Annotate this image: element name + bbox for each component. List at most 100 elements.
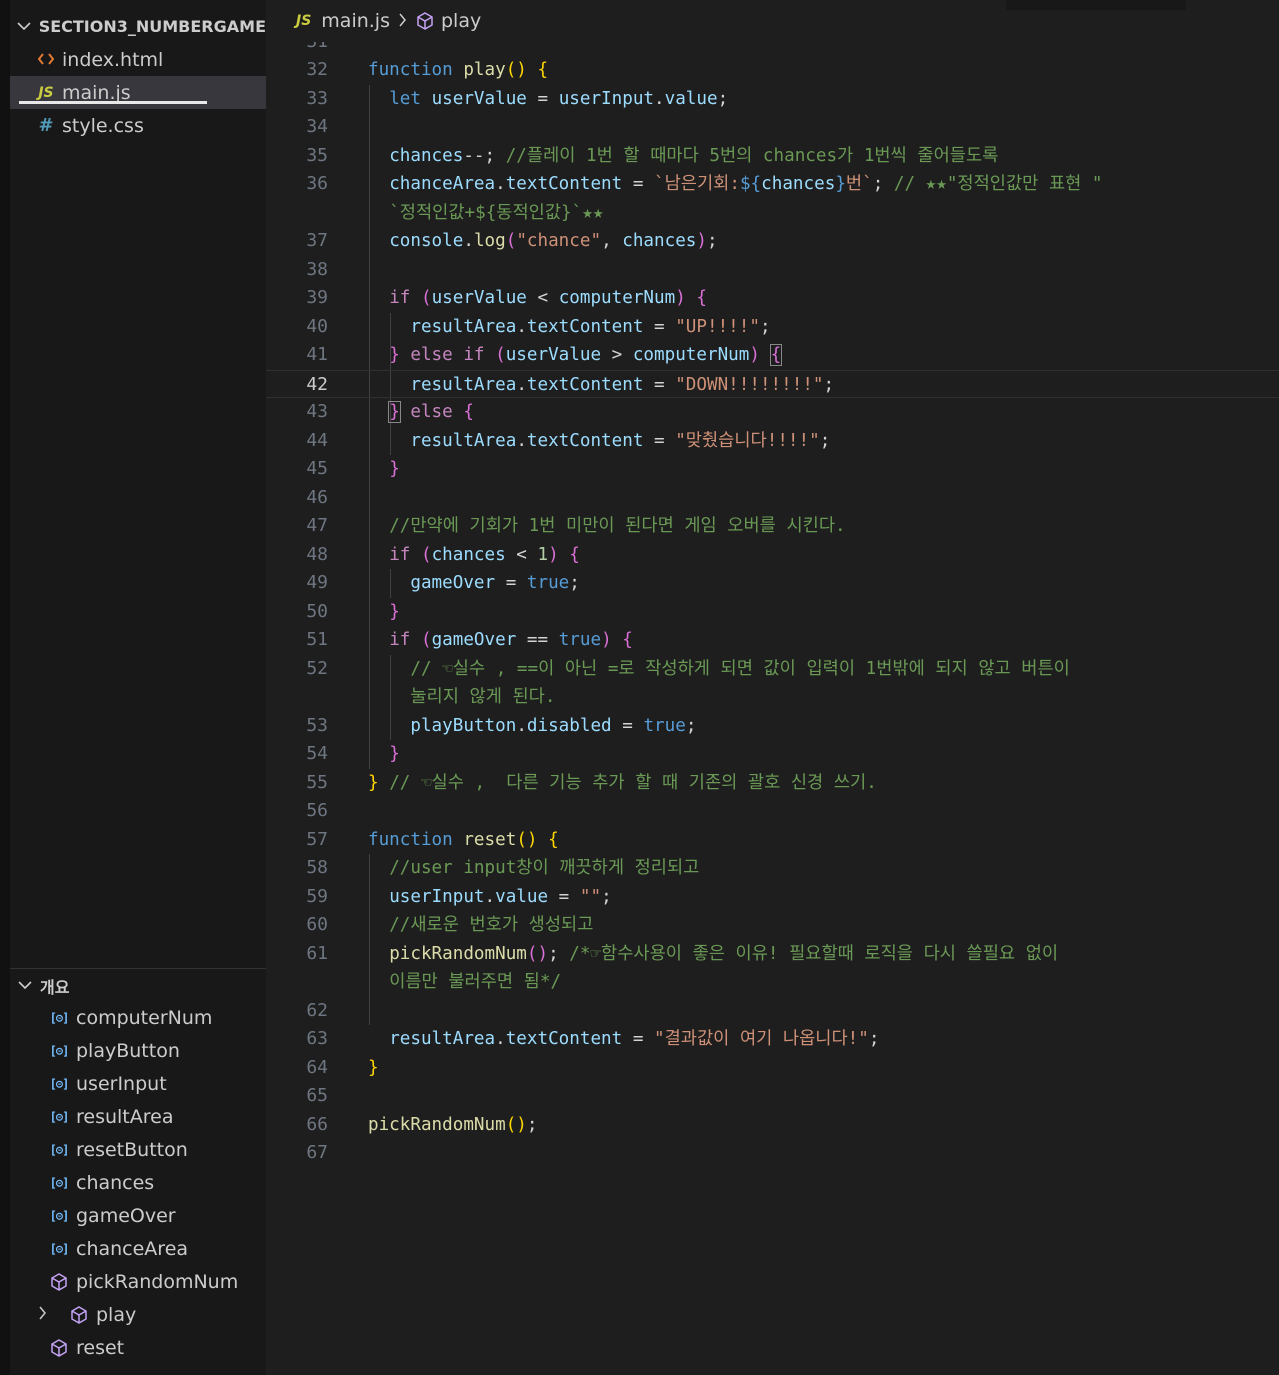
code-line[interactable]: 52 // ☜실수 , ==이 아닌 =로 작성하게 되면 값이 입력이 1번밖… [266, 655, 1279, 684]
code-line[interactable]: 60 //새로운 번호가 생성되고 [266, 911, 1279, 940]
code-line[interactable]: 44 resultArea.textContent = "맞췄습니다!!!!"; [266, 427, 1279, 456]
outline-label: resetButton [76, 1138, 188, 1161]
code-line[interactable]: 55} // ☜실수 , 다른 기능 추가 할 때 기존의 괄호 신경 쓰기. [266, 769, 1279, 798]
code-text: console.log("chance", chances); [389, 231, 718, 251]
code-line[interactable]: 62 [266, 997, 1279, 1026]
code-line[interactable]: `정적인값+${동적인값}`★★ [266, 199, 1279, 228]
line-number: 45 [306, 458, 328, 479]
outline-item-play[interactable]: play [10, 1298, 266, 1331]
code-line[interactable]: 54 } [266, 740, 1279, 769]
line-number: 46 [306, 486, 328, 508]
outline-item-resetButton[interactable]: [⊝] resetButton [10, 1133, 266, 1166]
code-line[interactable]: 34 [266, 113, 1279, 142]
explorer-section-header[interactable]: SECTION3_NUMBERGAME [10, 10, 266, 43]
line-number: 64 [306, 1056, 328, 1078]
outline-item-resultArea[interactable]: [⊝] resultArea [10, 1100, 266, 1133]
code-line[interactable]: 32 function play() { [266, 56, 1279, 85]
outline-item-chanceArea[interactable]: [⊝] chanceArea [10, 1232, 266, 1265]
breadcrumb-file[interactable]: main.js [321, 10, 390, 32]
code-editor[interactable]: 31 32 function play() {33 let userValue =… [266, 42, 1279, 1375]
code-line[interactable]: 49 gameOver = true; [266, 569, 1279, 598]
variable-icon: [⊝] [49, 1109, 70, 1124]
code-text: if (chances < 1) { [389, 544, 580, 565]
line-number: 65 [306, 1085, 328, 1106]
code-line[interactable]: 33 let userValue = userInput.value; [266, 85, 1279, 114]
file-item-style-css[interactable]: # style.css [10, 109, 266, 142]
code-line[interactable]: 63 resultArea.textContent = "결과값이 여기 나옵니… [266, 1025, 1279, 1054]
outline-item-gameOver[interactable]: [⊝] gameOver [10, 1199, 266, 1232]
line-number: 50 [306, 600, 328, 622]
code-line[interactable]: 이름만 불러주면 됨*/ [266, 968, 1279, 997]
code-line[interactable]: 59 userInput.value = ""; [266, 883, 1279, 912]
css-icon: # [38, 115, 54, 136]
code-line[interactable]: 58 //user input창이 깨끗하게 정리되고 [266, 854, 1279, 883]
file-item-index-html[interactable]: index.html [10, 43, 266, 76]
code-line[interactable]: 45 } [266, 455, 1279, 484]
outline-item-computerNum[interactable]: [⊝] computerNum [10, 1001, 266, 1034]
outline-item-playButton[interactable]: [⊝] playButton [10, 1034, 266, 1067]
code-line[interactable]: 50 } [266, 598, 1279, 627]
code-text: resultArea.textContent = "결과값이 여기 나옵니다!"… [389, 1029, 880, 1049]
code-line[interactable]: 36 chanceArea.textContent = `남은기회:${chan… [266, 170, 1279, 199]
chevron-right-icon[interactable] [30, 1305, 54, 1324]
line-number: 61 [306, 942, 328, 964]
code-line[interactable]: 47 //만약에 기회가 1번 미만이 된다면 게임 오버를 시킨다. [266, 512, 1279, 541]
method-icon [68, 1305, 90, 1325]
code-text: gameOver = true; [410, 573, 580, 593]
code-text: chanceArea.textContent = `남은기회:${chances… [389, 174, 1103, 194]
code-text: //만약에 기회가 1번 미만이 된다면 게임 오버를 시킨다. [389, 516, 846, 536]
code-line[interactable]: 53 playButton.disabled = true; [266, 712, 1279, 741]
outline-item-reset[interactable]: reset [10, 1331, 266, 1364]
code-line[interactable]: 61 pickRandomNum(); /*☞함수사용이 좋은 이유! 필요할때… [266, 940, 1279, 969]
code-line[interactable]: 37 console.log("chance", chances); [266, 227, 1279, 256]
variable-icon: [⊝] [49, 1142, 70, 1157]
line-number: 58 [306, 857, 328, 878]
code-line[interactable]: 67 [266, 1139, 1279, 1168]
code-text: } else { [388, 401, 474, 423]
outline-label: gameOver [76, 1204, 176, 1227]
code-text: if (gameOver == true) { [389, 630, 633, 650]
current-code-line[interactable]: 42 resultArea.textContent = "DOWN!!!!!!!… [266, 369, 1279, 398]
outline-item-userInput[interactable]: [⊝] userInput [10, 1067, 266, 1100]
line-number: 35 [306, 144, 328, 166]
code-line[interactable]: 64} [266, 1054, 1279, 1083]
line-number: 40 [306, 315, 328, 337]
code-line[interactable]: 41 } else if (userValue > computerNum) { [266, 341, 1279, 370]
outline-label: userInput [76, 1072, 167, 1095]
chevron-right-icon [398, 11, 407, 32]
code-line[interactable]: 57 function reset() { [266, 826, 1279, 855]
outline-item-chances[interactable]: [⊝] chances [10, 1166, 266, 1199]
file-item-main-js[interactable]: JS main.js [10, 76, 266, 109]
file-name: style.css [62, 114, 144, 137]
outline-item-pickRandomNum[interactable]: pickRandomNum [10, 1265, 266, 1298]
line-number: 36 [306, 173, 328, 194]
outline-label: resultArea [76, 1105, 174, 1128]
code-line[interactable]: 39 if (userValue < computerNum) { [266, 284, 1279, 313]
code-line[interactable]: 66 pickRandomNum(); [266, 1111, 1279, 1140]
line-number: 57 [306, 828, 328, 850]
code-line[interactable]: 48 if (chances < 1) { [266, 541, 1279, 570]
code-line[interactable]: 43 } else { [266, 398, 1279, 427]
code-line[interactable]: 56 [266, 797, 1279, 826]
code-line[interactable]: 65 [266, 1082, 1279, 1111]
code-line[interactable]: 40 resultArea.textContent = "UP!!!!"; [266, 313, 1279, 342]
method-icon [415, 11, 435, 31]
outline-label: computerNum [76, 1006, 213, 1029]
code-line[interactable]: 46 [266, 484, 1279, 513]
code-line[interactable]: 38 [266, 256, 1279, 285]
code-line[interactable]: 눌리지 않게 된다. [266, 683, 1279, 712]
sidebar: SECTION3_NUMBERGAME index.html JS main.j… [0, 0, 266, 1375]
outline-label: reset [76, 1336, 125, 1359]
code-line[interactable]: 51 if (gameOver == true) { [266, 626, 1279, 655]
code-text: function play() { [368, 60, 549, 80]
line-number: 49 [306, 572, 328, 593]
js-icon: JS [38, 84, 54, 101]
code-line[interactable]: 35 chances--; //플레이 1번 할 때마다 5번의 chances… [266, 142, 1279, 171]
chevron-down-icon [10, 19, 39, 35]
outline-section-header[interactable]: 개요 [10, 968, 266, 1002]
breadcrumb-symbol[interactable]: play [441, 10, 481, 32]
variable-icon: [⊝] [49, 1043, 70, 1058]
code-text: pickRandomNum(); /*☞함수사용이 좋은 이유! 필요할때 로직… [389, 943, 1059, 964]
variable-icon: [⊝] [49, 1208, 70, 1223]
outline-title: 개요 [40, 977, 70, 997]
